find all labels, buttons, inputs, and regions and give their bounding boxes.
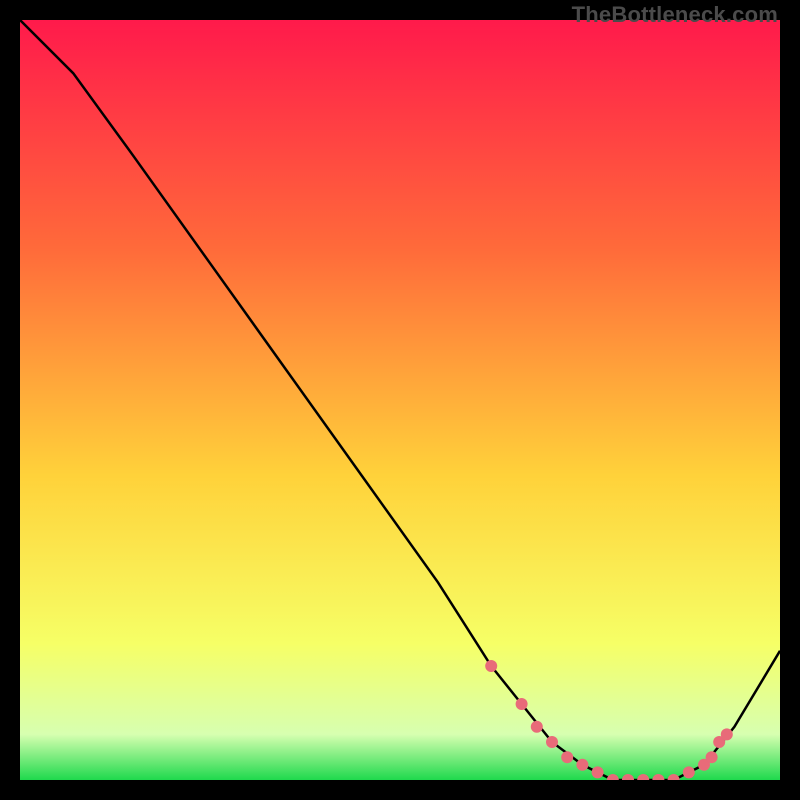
marker-point xyxy=(531,721,543,733)
marker-point xyxy=(485,660,497,672)
marker-point xyxy=(706,751,718,763)
bottleneck-chart xyxy=(20,20,780,780)
marker-point xyxy=(576,759,588,771)
marker-point xyxy=(683,766,695,778)
marker-point xyxy=(592,766,604,778)
chart-frame xyxy=(20,20,780,780)
watermark-text: TheBottleneck.com xyxy=(572,2,778,28)
marker-point xyxy=(561,751,573,763)
marker-point xyxy=(516,698,528,710)
marker-point xyxy=(721,728,733,740)
gradient-background xyxy=(20,20,780,780)
marker-point xyxy=(546,736,558,748)
